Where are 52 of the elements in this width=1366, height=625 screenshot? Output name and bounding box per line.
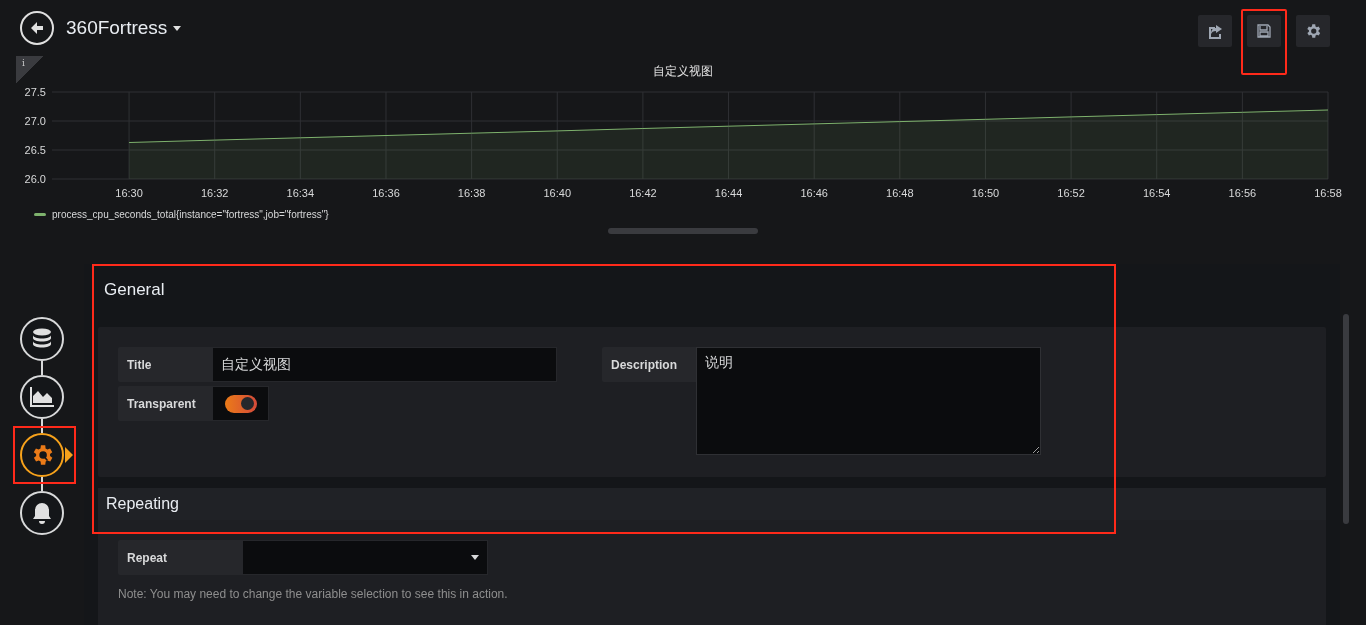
transparent-switch[interactable]: [212, 386, 269, 421]
x-tick-label: 16:56: [1228, 187, 1257, 199]
dashboard-title[interactable]: 360Fortress: [66, 17, 182, 39]
chart-title: 自定义视图: [653, 63, 713, 80]
title-input[interactable]: 自定义视图: [212, 347, 557, 382]
field-label: Description: [602, 347, 696, 382]
info-corner[interactable]: i: [16, 56, 44, 84]
share-button[interactable]: [1198, 15, 1232, 47]
queries-step-button[interactable]: [20, 317, 64, 361]
area-chart-icon: [29, 386, 55, 408]
section-heading: Repeating: [98, 488, 1326, 520]
caret-icon: [173, 25, 182, 31]
x-tick-label: 16:46: [800, 187, 828, 199]
pointer-triangle: [65, 447, 73, 463]
x-tick-label: 16:30: [115, 187, 143, 199]
bell-icon: [31, 501, 53, 525]
x-tick-label: 16:58: [1314, 187, 1342, 199]
y-tick-label: 27.0: [24, 115, 46, 127]
scrollbar-thumb[interactable]: [1343, 314, 1349, 524]
field-label: Repeat: [118, 540, 242, 575]
x-tick-label: 16:32: [200, 187, 229, 199]
x-tick-label: 16:48: [886, 187, 914, 199]
x-tick-label: 16:52: [1057, 187, 1085, 199]
resize-handle[interactable]: [608, 228, 758, 234]
x-tick-label: 16:38: [457, 187, 486, 199]
description-textarea[interactable]: 说明: [696, 347, 1041, 455]
visualization-step-button[interactable]: [20, 375, 64, 419]
x-tick-label: 16:44: [714, 187, 743, 199]
caret-icon: [471, 555, 479, 560]
x-tick-label: 16:54: [1142, 187, 1171, 199]
legend-label[interactable]: process_cpu_seconds_total{instance="fortress",job="fortress"}: [52, 208, 329, 220]
x-tick-label: 16:36: [372, 187, 400, 199]
general-step-button[interactable]: [20, 433, 64, 477]
back-arrow-icon: [29, 20, 45, 36]
note-text: Note: You may need to change the variable selection to see this in action.: [118, 587, 509, 601]
back-button[interactable]: [20, 11, 54, 45]
y-tick-label: 26.0: [24, 173, 46, 185]
alert-step-button[interactable]: [20, 491, 64, 535]
x-tick-label: 16:50: [971, 187, 1000, 199]
x-tick-label: 16:34: [286, 187, 315, 199]
field-label: Title: [118, 347, 212, 382]
y-tick-label: 27.5: [24, 86, 46, 98]
save-icon: [1257, 24, 1271, 38]
field-label: Transparent: [118, 386, 212, 421]
legend-swatch: [34, 212, 46, 216]
x-tick-label: 16:42: [629, 187, 657, 199]
save-button[interactable]: [1247, 15, 1281, 47]
settings-button[interactable]: [1296, 15, 1330, 47]
section-heading: General: [103, 279, 166, 301]
y-tick-label: 26.5: [24, 144, 46, 156]
share-icon: [1207, 23, 1223, 39]
x-tick-label: 16:40: [543, 187, 572, 199]
